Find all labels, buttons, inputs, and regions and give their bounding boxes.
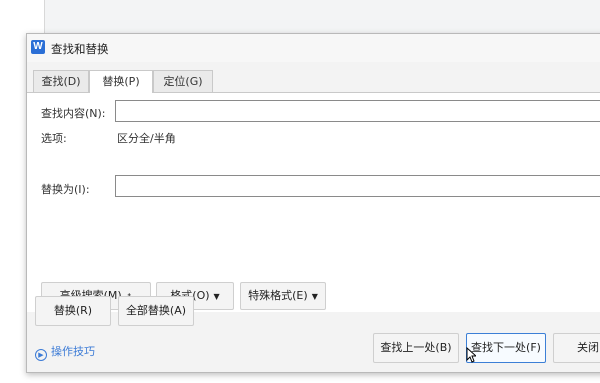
tab-find[interactable]: 查找(D) (33, 70, 89, 92)
replace-panel: 查找内容(N): 选项: 区分全/半角 替换为(I): 高级搜索(M)⇟ 格式(… (27, 92, 600, 312)
tab-goto[interactable]: 定位(G) (153, 70, 213, 92)
find-replace-dialog: W 查找和替换 查找(D) 替换(P) 定位(G) 查找内容(N): 选项: 区… (26, 33, 600, 373)
wps-writer-icon: W (31, 40, 45, 54)
close-button[interactable]: 关闭 (553, 333, 600, 363)
dialog-title: 查找和替换 (51, 42, 109, 56)
help-link[interactable]: ▶ 操作技巧 (35, 343, 95, 361)
background-window (44, 0, 600, 34)
caret-down-icon: ▼ (311, 292, 318, 301)
tab-replace[interactable]: 替换(P) (89, 70, 153, 93)
replace-button[interactable]: 替换(R) (35, 296, 111, 326)
find-next-button[interactable]: 查找下一处(F) (466, 333, 546, 363)
special-format-button[interactable]: 特殊格式(E) ▼ (240, 282, 326, 310)
caret-down-icon: ▼ (213, 292, 220, 301)
help-label: 操作技巧 (51, 345, 95, 358)
replace-input[interactable] (115, 175, 600, 197)
find-input[interactable] (115, 100, 600, 122)
options-label: 选项: (41, 132, 67, 145)
dialog-titlebar[interactable]: W 查找和替换 (27, 34, 600, 62)
mouse-pointer-icon (466, 347, 476, 363)
replace-all-button[interactable]: 全部替换(A) (118, 296, 194, 326)
options-value: 区分全/半角 (117, 132, 176, 145)
replace-label: 替换为(I): (41, 183, 90, 196)
special-format-label: 特殊格式(E) (248, 289, 308, 302)
find-label: 查找内容(N): (41, 107, 106, 120)
find-previous-button[interactable]: 查找上一处(B) (373, 333, 459, 363)
play-circle-icon: ▶ (35, 349, 47, 361)
